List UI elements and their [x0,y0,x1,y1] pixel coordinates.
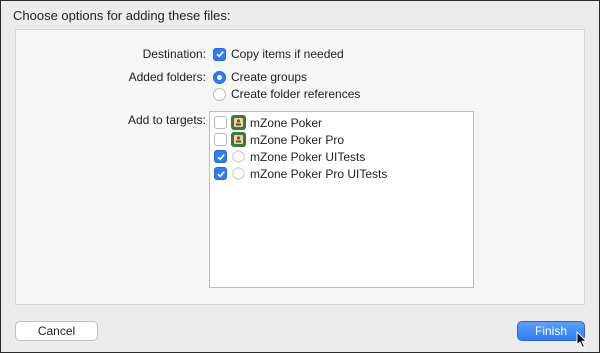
finish-button[interactable]: Finish [517,321,585,341]
mouse-cursor-icon [576,331,588,349]
target-label: mZone Poker [250,115,323,130]
target-checkbox[interactable] [214,167,227,180]
checkmark-icon [215,51,224,58]
cancel-button[interactable]: Cancel [15,321,98,341]
target-label: mZone Poker Pro [250,132,345,147]
target-checkbox[interactable] [214,133,227,146]
game-app-icon [231,115,246,130]
added-folders-label: Added folders: [128,70,206,84]
target-label: mZone Poker Pro UITests [250,166,388,181]
create-groups-option[interactable]: Create groups [213,70,307,84]
target-label: mZone Poker UITests [250,149,366,164]
copy-items-label: Copy items if needed [231,47,344,61]
options-panel: Destination: Copy items if needed Added … [15,29,585,305]
dialog-title: Choose options for adding these files: [13,8,231,23]
test-bundle-icon [231,166,246,181]
game-app-icon [231,132,246,147]
destination-label: Destination: [142,47,206,61]
add-files-dialog: Choose options for adding these files: D… [0,0,600,353]
targets-list[interactable]: mZone Poker mZone Poker Pro mZone Poker … [209,111,474,288]
create-groups-label: Create groups [231,70,308,84]
target-checkbox[interactable] [214,116,227,129]
copy-items-option[interactable]: Copy items if needed [213,47,344,61]
add-to-targets-label: Add to targets: [127,113,206,127]
target-item[interactable]: mZone Poker Pro [214,132,344,147]
create-folder-references-radio[interactable] [213,87,226,101]
checkmark-icon [216,153,225,160]
create-folder-references-option[interactable]: Create folder references [213,87,360,101]
target-item[interactable]: mZone Poker UITests [214,149,365,164]
test-bundle-icon [231,149,246,164]
target-item[interactable]: mZone Poker Pro UITests [214,166,387,181]
checkmark-icon [216,170,225,177]
target-checkbox[interactable] [214,150,227,163]
create-groups-radio[interactable] [213,70,226,84]
copy-items-checkbox[interactable] [213,47,226,61]
create-folder-references-label: Create folder references [231,87,361,101]
target-item[interactable]: mZone Poker [214,115,322,130]
